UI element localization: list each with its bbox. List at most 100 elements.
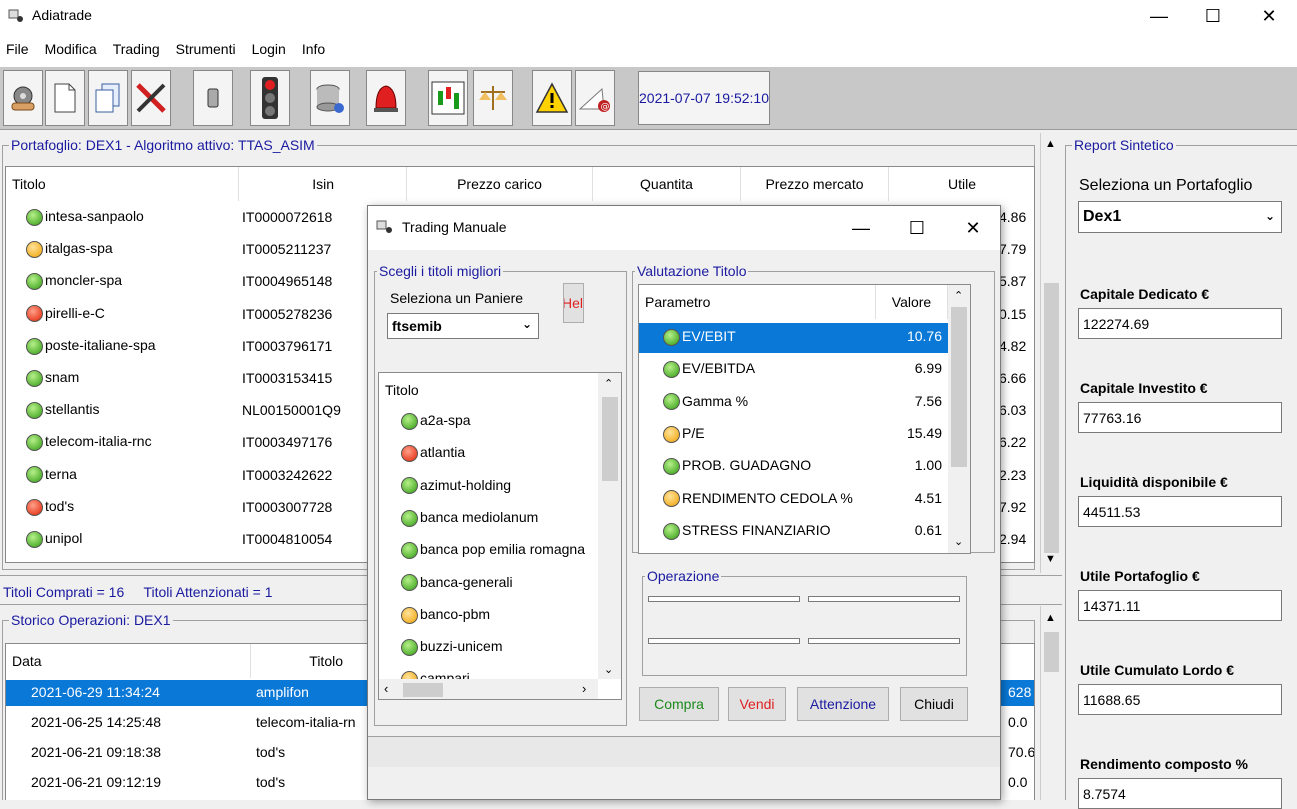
param-row[interactable]: EV/EBITDA 6.99 [639, 355, 948, 385]
help-button[interactable]: Hel [563, 283, 584, 323]
tools-button[interactable] [131, 70, 171, 126]
dialog-minimize-button[interactable]: — [838, 212, 884, 244]
col-header-parametro[interactable]: Parametro [639, 285, 876, 319]
param-row[interactable]: STRESS FINANZIARIO 0.61 [639, 517, 948, 547]
param-row[interactable]: P/E 15.49 [639, 420, 948, 450]
menu-trading[interactable]: Trading [113, 41, 160, 57]
sell-label: Vendi [739, 696, 775, 712]
traffic-light-button[interactable] [250, 70, 290, 126]
col-header-isin[interactable]: Isin [239, 167, 407, 201]
utile-cell: 0.15 [999, 305, 1027, 322]
portfolio-select[interactable]: Dex1 ⌄ [1078, 201, 1282, 233]
utile-total-cell: 0.0 [1008, 774, 1028, 790]
col-header-prezzo-carico[interactable]: Prezzo carico [407, 167, 593, 201]
menu-login[interactable]: Login [252, 41, 286, 57]
scroll-up-icon[interactable]: ▲ [1045, 138, 1056, 150]
param-row[interactable]: Gamma % 7.56 [639, 388, 948, 418]
close-label: Chiudi [914, 696, 954, 712]
close-button[interactable]: ✕ [1246, 0, 1292, 32]
params-scrollbar[interactable]: ⌃ ⌄ [948, 285, 970, 553]
status-light-icon [663, 490, 680, 508]
settings-tool-button[interactable] [3, 70, 43, 126]
portfolio-scroll-thumb[interactable] [1044, 283, 1059, 553]
titles-hscrollbar[interactable]: ‹ › [379, 679, 598, 699]
col-header-valore[interactable]: Valore [876, 285, 948, 319]
history-scrollbar[interactable]: ▲ [1040, 606, 1062, 800]
col-header-utile[interactable]: Utile [889, 167, 1034, 201]
portfolio-scrollbar[interactable]: ▲ ▼ [1040, 133, 1062, 573]
new-document-button[interactable] [45, 70, 85, 126]
chart-button[interactable] [428, 70, 468, 126]
col-header-data[interactable]: Data [6, 644, 251, 678]
menu-info[interactable]: Info [302, 41, 325, 57]
maximize-button[interactable]: ☐ [1190, 0, 1236, 32]
col-header-titolo[interactable]: Titolo [251, 644, 368, 678]
status-light-icon [663, 393, 680, 411]
dialog-maximize-button[interactable]: ☐ [894, 212, 940, 244]
warning-button[interactable] [532, 70, 572, 126]
close-dialog-button[interactable]: Chiudi [900, 687, 968, 721]
col-header-titolo[interactable]: Titolo [6, 167, 239, 201]
stock-name-cell: pirelli-e-C [26, 305, 105, 323]
status-light-icon [401, 412, 418, 430]
scroll-right-icon[interactable]: › [582, 681, 586, 696]
titles-hscroll-thumb[interactable] [403, 683, 443, 697]
history-scroll-thumb[interactable] [1044, 632, 1059, 672]
phone-button[interactable] [193, 70, 233, 126]
col-header-quantita[interactable]: Quantita [593, 167, 741, 201]
report-value-text: 14371.11 [1083, 597, 1141, 614]
report-field-label: Rendimento composto % [1080, 756, 1249, 772]
col-header-prezzo-mercato[interactable]: Prezzo mercato [741, 167, 889, 201]
alarm-button[interactable] [366, 70, 406, 126]
param-value: 1.00 [914, 457, 942, 474]
scroll-up-icon[interactable]: ⌃ [954, 289, 963, 302]
list-item[interactable]: a2a-spa [379, 409, 598, 437]
operation-field-2[interactable] [808, 596, 960, 602]
titles-scrollbar[interactable]: ⌃ ⌄ [598, 373, 621, 679]
scroll-down-icon[interactable]: ⌄ [604, 663, 613, 676]
list-item[interactable]: atlantia [379, 441, 598, 469]
scroll-up-icon[interactable]: ⌃ [604, 377, 613, 390]
stock-name: stellantis [45, 401, 100, 418]
sell-button[interactable]: Vendi [728, 687, 786, 721]
menu-modifica[interactable]: Modifica [45, 41, 97, 57]
email-button[interactable]: @ [575, 70, 615, 126]
menu-strumenti[interactable]: Strumenti [176, 41, 236, 57]
list-item[interactable]: azimut-holding [379, 474, 598, 502]
list-item[interactable]: buzzi-unicem [379, 635, 598, 663]
list-item[interactable]: banco-pbm [379, 603, 598, 631]
basket-select[interactable]: ftsemib ⌄ [387, 313, 539, 339]
stock-name-cell: stellantis [26, 401, 99, 419]
status-light-icon [26, 273, 43, 291]
isin-cell: IT0003153415 [242, 370, 333, 386]
list-item[interactable]: banca-generali [379, 571, 598, 599]
list-item[interactable]: banca mediolanum [379, 506, 598, 534]
operation-field-4[interactable] [808, 638, 960, 644]
report-field-value: 11688.65 [1078, 684, 1282, 715]
title-name: azimut-holding [420, 476, 512, 493]
title-item: banca mediolanum [401, 509, 538, 527]
titles-scroll-thumb[interactable] [602, 397, 618, 481]
chevron-down-icon: ⌄ [1264, 209, 1275, 223]
stock-name-cell: tod's [26, 498, 74, 516]
list-item[interactable]: banca pop emilia romagna [379, 538, 598, 566]
param-row[interactable]: PROB. GUADAGNO 1.00 [639, 452, 948, 482]
params-scroll-thumb[interactable] [951, 307, 967, 467]
buy-button[interactable]: Compra [639, 687, 719, 721]
balance-button[interactable] [473, 70, 513, 126]
scroll-up-icon[interactable]: ▲ [1045, 612, 1056, 624]
scroll-down-icon[interactable]: ▼ [1045, 553, 1056, 565]
menu-file[interactable]: File [6, 41, 29, 57]
scroll-down-icon[interactable]: ⌄ [954, 535, 963, 548]
operation-field-1[interactable] [648, 596, 800, 602]
operation-field-3[interactable] [648, 638, 800, 644]
copy-document-button[interactable] [88, 70, 128, 126]
param-row[interactable]: RENDIMENTO CEDOLA % 4.51 [639, 485, 948, 515]
param-row[interactable]: EV/EBIT 10.76 [639, 323, 948, 353]
status-light-icon [401, 638, 418, 656]
minimize-button[interactable]: — [1136, 0, 1182, 32]
watch-button[interactable]: Attenzione [797, 687, 889, 721]
database-button[interactable] [310, 70, 350, 126]
dialog-close-button[interactable]: ✕ [950, 212, 996, 244]
scroll-left-icon[interactable]: ‹ [384, 681, 388, 696]
